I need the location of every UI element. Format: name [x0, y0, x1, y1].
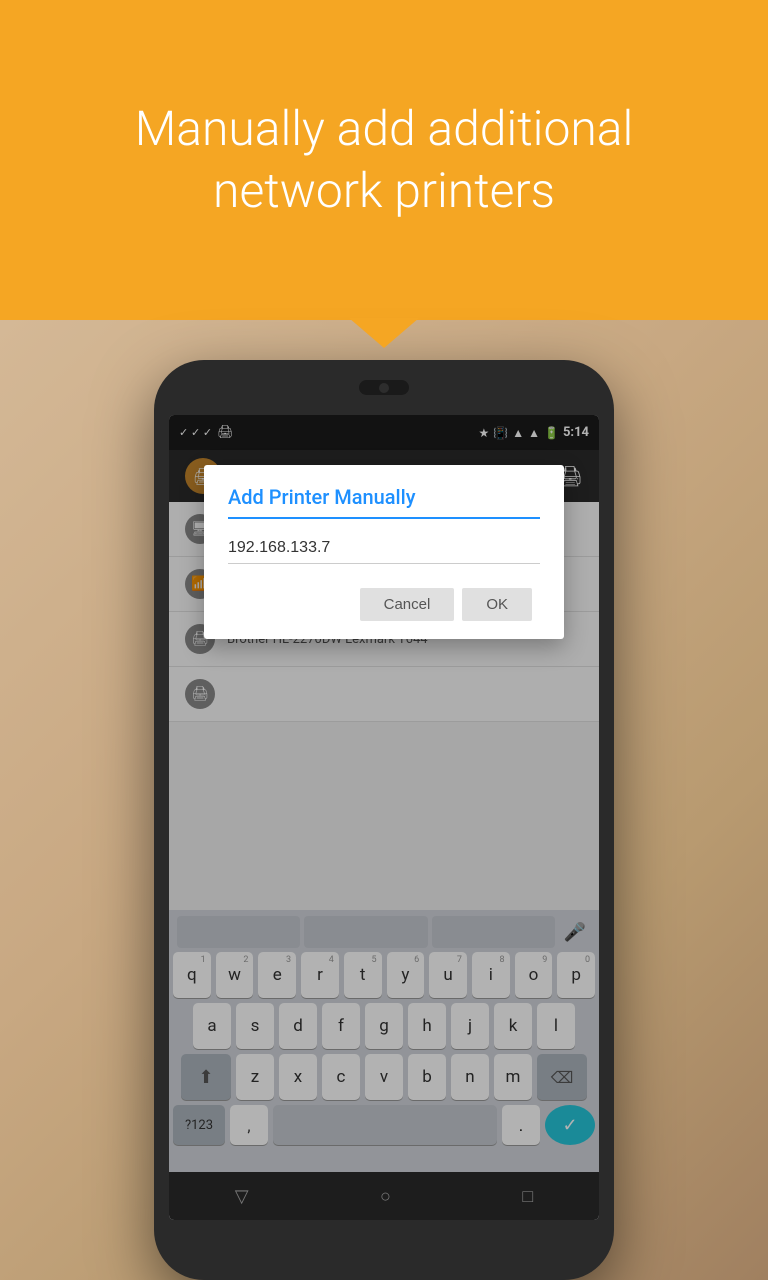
camera-dot [379, 383, 389, 393]
add-printer-dialog: Add Printer Manually Cancel OK [204, 465, 564, 639]
dialog-buttons: Cancel OK [228, 580, 540, 629]
background-area: ✓ ✓ ✓ 🖨 ★ 📳 ▲ ▲ 🔋 5:14 🖨 Printers [0, 320, 768, 1280]
ok-button[interactable]: OK [462, 588, 532, 621]
dialog-title: Add Printer Manually [228, 485, 540, 509]
banner-arrow [349, 318, 419, 348]
ip-address-input[interactable] [228, 535, 540, 564]
dialog-overlay: Add Printer Manually Cancel OK [169, 415, 599, 1220]
top-banner: Manually add additional network printers [0, 0, 768, 320]
dialog-content: Add Printer Manually Cancel OK [204, 465, 564, 639]
banner-text: Manually add additional network printers [0, 98, 768, 223]
dialog-divider [228, 517, 540, 519]
cancel-button[interactable]: Cancel [360, 588, 455, 621]
phone-screen: ✓ ✓ ✓ 🖨 ★ 📳 ▲ ▲ 🔋 5:14 🖨 Printers [169, 415, 599, 1220]
phone-camera [359, 380, 409, 395]
phone-device: ✓ ✓ ✓ 🖨 ★ 📳 ▲ ▲ 🔋 5:14 🖨 Printers [154, 360, 614, 1280]
